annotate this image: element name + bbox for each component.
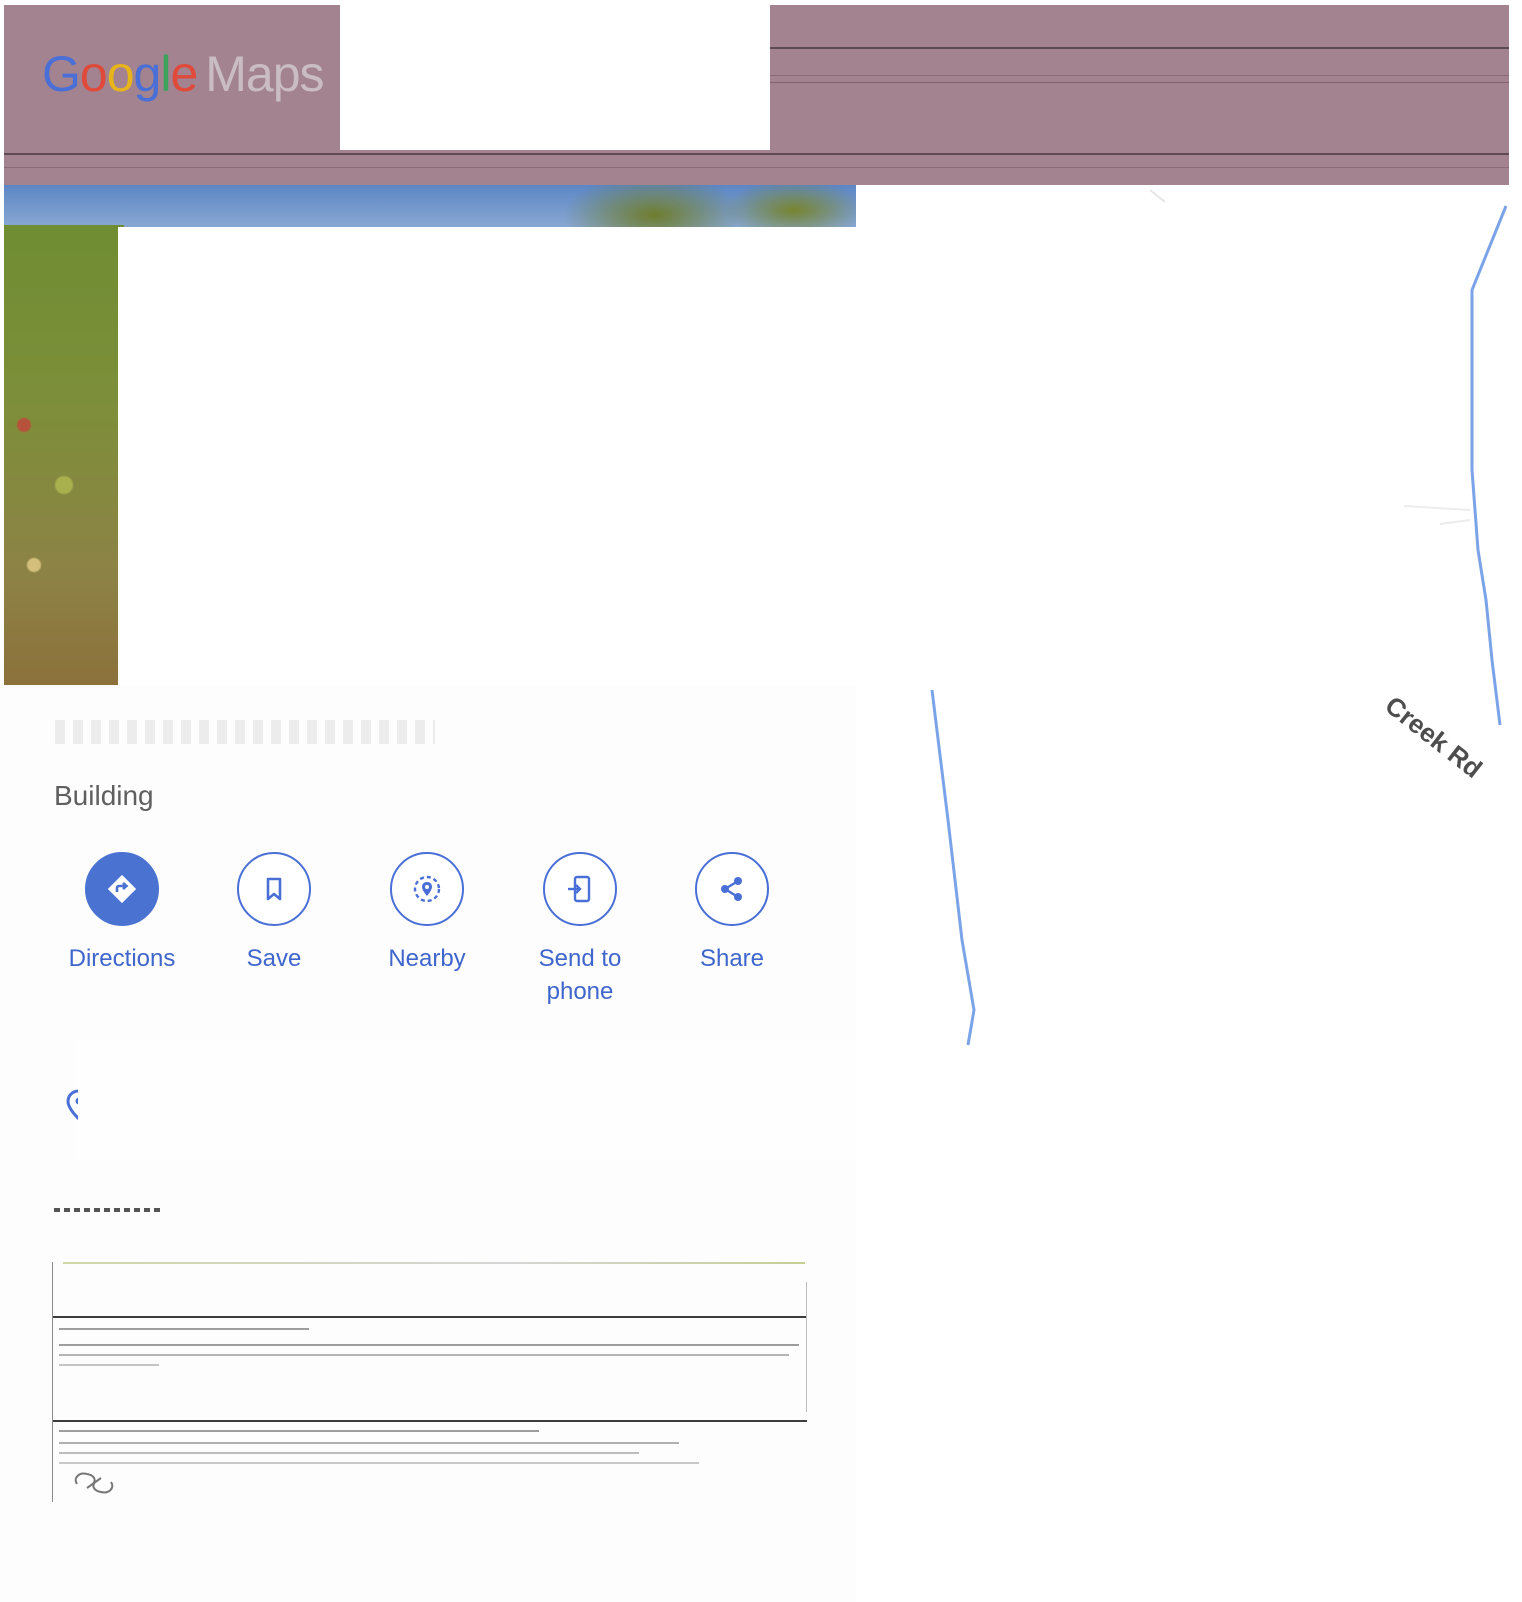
maps-screen: Google Maps Building Directions Save Nea… xyxy=(0,0,1522,1602)
section-heading-faded xyxy=(54,1208,162,1212)
action-buttons-row: Directions Save Nearby Send to phone Sha… xyxy=(46,852,806,1012)
bookmark-icon xyxy=(237,852,311,926)
card-text-line xyxy=(59,1328,309,1330)
logo-letter: G xyxy=(42,46,81,102)
logo-letter: o xyxy=(106,46,135,102)
send-to-phone-button[interactable]: Send to phone xyxy=(504,852,656,1008)
card-rule xyxy=(53,1316,807,1318)
place-title-faded xyxy=(55,720,435,744)
map-canvas-lower[interactable] xyxy=(856,1325,1522,1602)
save-button[interactable]: Save xyxy=(198,852,350,975)
card-right-edge xyxy=(806,1282,807,1412)
card-text-line xyxy=(59,1442,679,1444)
save-label: Save xyxy=(246,945,302,972)
scan-artifact xyxy=(4,153,1509,155)
tree-foliage xyxy=(4,225,124,685)
photo-overlay-blank xyxy=(118,227,856,685)
link-icon[interactable] xyxy=(71,1468,117,1503)
scan-artifact xyxy=(764,82,1509,83)
location-pin-icon xyxy=(62,1088,78,1122)
send-to-phone-label: Send to phone xyxy=(538,945,622,1005)
card-text-line xyxy=(59,1354,789,1356)
card-text-line xyxy=(59,1462,699,1464)
logo-brand-text: Google xyxy=(42,46,198,102)
logo-letter: o xyxy=(79,46,108,102)
share-label: Share xyxy=(699,945,765,972)
nearby-label: Nearby xyxy=(388,945,466,972)
logo-letter: l xyxy=(160,46,171,102)
logo-letter: e xyxy=(170,46,198,102)
snippet-card xyxy=(52,1262,807,1502)
search-box[interactable] xyxy=(340,5,770,150)
logo-product-text: Maps xyxy=(205,46,324,102)
nearby-icon xyxy=(390,852,464,926)
directions-button[interactable]: Directions xyxy=(46,852,198,975)
card-top-border xyxy=(63,1262,805,1264)
place-category: Building xyxy=(54,780,154,811)
share-button[interactable]: Share xyxy=(656,852,808,975)
card-text-line xyxy=(59,1430,539,1432)
google-maps-logo[interactable]: Google Maps xyxy=(42,45,325,103)
address-row-blank xyxy=(76,1040,966,1160)
share-icon xyxy=(695,852,769,926)
scan-artifact xyxy=(764,47,1509,49)
directions-label: Directions xyxy=(68,945,176,972)
directions-icon xyxy=(85,852,159,926)
logo-letter: g xyxy=(133,46,162,102)
card-text-line xyxy=(59,1452,639,1454)
nearby-button[interactable]: Nearby xyxy=(351,852,503,975)
scan-artifact xyxy=(4,167,1509,168)
scan-artifact xyxy=(764,75,1509,76)
map-canvas[interactable] xyxy=(856,185,1522,1325)
card-text-line xyxy=(59,1364,159,1366)
card-text-line xyxy=(59,1344,799,1346)
top-bar: Google Maps xyxy=(4,5,1509,185)
card-rule xyxy=(53,1420,807,1422)
send-to-phone-icon xyxy=(543,852,617,926)
